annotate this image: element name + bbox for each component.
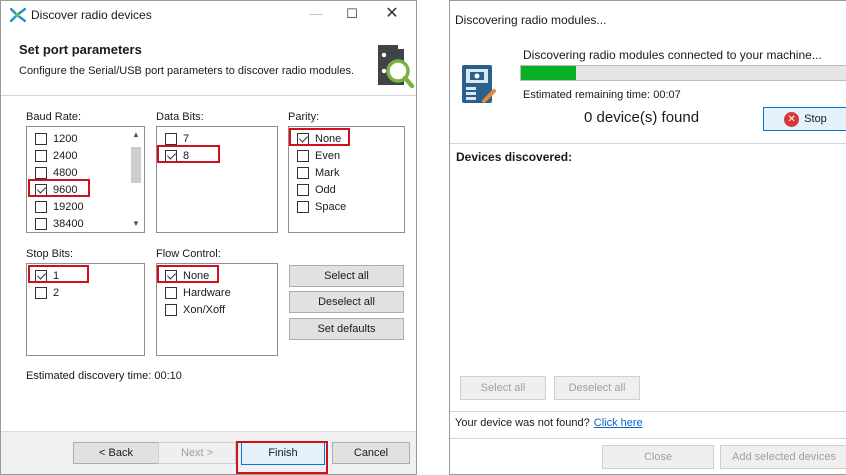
parity-option-mark[interactable]: Mark [297,166,339,180]
highlight-baud-9600 [28,179,90,197]
flow-option-hardware[interactable]: Hardware [165,286,231,300]
checkbox[interactable] [297,184,309,196]
baud-option-19200[interactable]: 19200 [35,200,84,214]
devices-discovered-heading: Devices discovered: [456,150,573,164]
header-separator [1,95,416,96]
add-selected-devices-button[interactable]: Add selected devices [720,445,846,469]
checkbox[interactable] [35,287,47,299]
select-all-devices-button[interactable]: Select all [460,376,546,400]
baud-option-38400[interactable]: 38400 [35,217,84,231]
stop-icon: ✕ [784,111,800,127]
remaining-time: Estimated remaining time: 00:07 [523,89,681,101]
devices-found-count: 0 device(s) found [584,109,700,126]
maximize-button[interactable]: ☐ [337,3,367,25]
data-bits-label: Data Bits: [156,111,204,123]
discovery-progress-bar [520,65,846,81]
discovery-status: Discovering radio modules connected to y… [523,48,822,62]
data-bits-list[interactable]: 7 8 [156,126,278,233]
window-title: Discover radio devices [31,8,152,22]
checkbox[interactable] [297,150,309,162]
devices-list[interactable] [450,166,846,366]
cancel-button[interactable]: Cancel [332,442,410,464]
select-all-button[interactable]: Select all [289,265,404,287]
parity-option-even[interactable]: Even [297,149,340,163]
estimated-discovery-time: Estimated discovery time: 00:10 [26,370,182,382]
checkbox[interactable] [165,304,177,316]
checkbox[interactable] [165,287,177,299]
click-here-link[interactable]: Click here [594,417,643,429]
parity-label: Parity: [288,111,320,123]
flow-control-label: Flow Control: [156,248,221,260]
checkbox[interactable] [35,133,47,145]
set-defaults-button[interactable]: Set defaults [289,318,404,340]
devices-separator [450,143,846,144]
window-title: Discovering radio modules... [455,13,607,27]
page-subheading: Configure the Serial/USB port parameters… [19,65,355,77]
checkbox[interactable] [35,150,47,162]
deselect-all-devices-button[interactable]: Deselect all [554,376,640,400]
parity-option-odd[interactable]: Odd [297,183,336,197]
stop-bits-option-2[interactable]: 2 [35,286,59,300]
title-bar: Discover radio devices — ☐ ✕ [1,1,416,29]
wizard-footer: < Back Next > Finish Cancel [1,431,416,474]
scroll-down-icon[interactable]: ▼ [128,216,144,232]
checkbox[interactable] [165,133,177,145]
baud-option-2400[interactable]: 2400 [35,149,77,163]
baud-option-4800[interactable]: 4800 [35,166,77,180]
stop-button[interactable]: ✕ Stop [763,107,846,131]
baud-option-1200[interactable]: 1200 [35,132,77,146]
scroll-up-icon[interactable]: ▲ [128,127,144,143]
radio-module-icon [462,65,496,103]
discovering-radio-modules-dialog: Discovering radio modules... Discovering… [449,0,846,475]
device-not-found-row: Your device was not found? Click here [455,417,643,429]
back-button[interactable]: < Back [73,442,159,464]
radio-search-icon [378,45,414,89]
close-window-button[interactable]: ✕ [377,3,407,25]
progress-fill [521,66,577,80]
bottom-separator [450,438,846,439]
data-bits-option-7[interactable]: 7 [165,132,189,146]
baud-rate-label: Baud Rate: [26,111,82,123]
page-heading: Set port parameters [19,42,142,57]
stop-bits-label: Stop Bits: [26,248,74,260]
checkbox[interactable] [297,167,309,179]
highlight-finish [236,441,328,474]
checkbox[interactable] [35,201,47,213]
baud-scrollbar[interactable]: ▲ ▼ [128,127,144,232]
minimize-button[interactable]: — [301,3,331,25]
checkbox[interactable] [35,218,47,230]
deselect-all-button[interactable]: Deselect all [289,291,404,313]
highlight-flow-none [157,265,219,283]
parity-option-space[interactable]: Space [297,200,346,214]
close-button[interactable]: Close [602,445,714,469]
highlight-data-bits-8 [157,145,220,163]
checkbox[interactable] [35,167,47,179]
highlight-parity-none [289,128,350,146]
next-button[interactable]: Next > [158,442,236,464]
xbee-app-icon [10,8,26,22]
footer-separator [450,411,846,412]
discover-radio-devices-dialog: Discover radio devices — ☐ ✕ Set port pa… [0,0,417,475]
scroll-thumb[interactable] [131,147,141,183]
checkbox[interactable] [297,201,309,213]
flow-option-xon-xoff[interactable]: Xon/Xoff [165,303,225,317]
highlight-stop-bits-1 [28,265,89,283]
